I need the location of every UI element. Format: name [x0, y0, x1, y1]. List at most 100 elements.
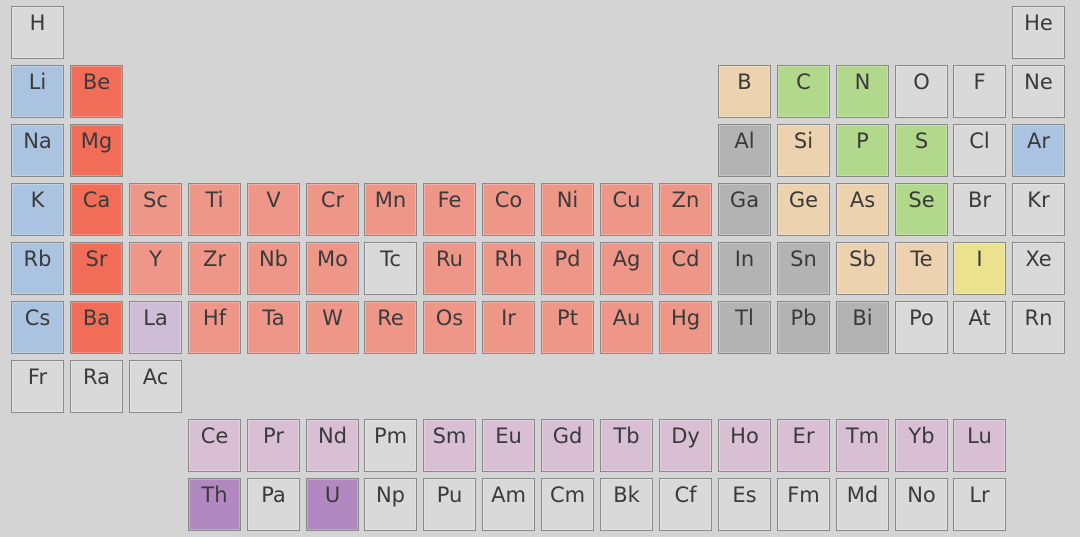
- element-cell-ra: Ra: [70, 360, 123, 413]
- element-cell-fr: Fr: [11, 360, 64, 413]
- element-cell-gd: Gd: [541, 419, 594, 472]
- element-cell-y: Y: [129, 242, 182, 295]
- element-symbol: Be: [82, 70, 111, 94]
- element-cell-ag: Ag: [600, 242, 653, 295]
- element-cell-ni: Ni: [541, 183, 594, 236]
- element-cell-cd: Cd: [659, 242, 712, 295]
- element-symbol: Sc: [143, 188, 168, 212]
- element-symbol: No: [907, 483, 936, 507]
- element-cell-cr: Cr: [306, 183, 359, 236]
- element-symbol: Eu: [495, 424, 522, 448]
- element-symbol: Li: [28, 70, 47, 94]
- element-cell-lr: Lr: [953, 478, 1006, 531]
- element-cell-sb: Sb: [836, 242, 889, 295]
- element-symbol: Th: [201, 483, 228, 507]
- element-symbol: He: [1024, 11, 1053, 35]
- element-cell-si: Si: [777, 124, 830, 177]
- element-symbol: Lu: [967, 424, 992, 448]
- element-symbol: Cl: [969, 129, 990, 153]
- element-symbol: Y: [149, 247, 162, 271]
- element-cell-b: B: [718, 65, 771, 118]
- element-symbol: Pb: [790, 306, 817, 330]
- element-cell-hf: Hf: [188, 301, 241, 354]
- element-symbol: Ho: [730, 424, 759, 448]
- element-cell-ne: Ne: [1012, 65, 1065, 118]
- element-cell-ti: Ti: [188, 183, 241, 236]
- element-symbol: Co: [494, 188, 523, 212]
- element-symbol: N: [854, 70, 871, 94]
- element-cell-la: La: [129, 301, 182, 354]
- element-symbol: Sb: [849, 247, 876, 271]
- element-cell-mo: Mo: [306, 242, 359, 295]
- element-cell-no: No: [895, 478, 948, 531]
- element-cell-pb: Pb: [777, 301, 830, 354]
- element-cell-na: Na: [11, 124, 64, 177]
- element-symbol: Rh: [494, 247, 523, 271]
- element-cell-nd: Nd: [306, 419, 359, 472]
- element-symbol: Pa: [261, 483, 286, 507]
- element-cell-pr: Pr: [247, 419, 300, 472]
- element-cell-bi: Bi: [836, 301, 889, 354]
- element-symbol: Cs: [24, 306, 51, 330]
- element-symbol: Hg: [670, 306, 701, 330]
- element-symbol: Au: [612, 306, 641, 330]
- element-symbol: Br: [967, 188, 992, 212]
- element-symbol: Lr: [969, 483, 990, 507]
- element-cell-sn: Sn: [777, 242, 830, 295]
- element-symbol: Ru: [436, 247, 463, 271]
- element-symbol: I: [976, 247, 983, 271]
- element-symbol: Tb: [613, 424, 640, 448]
- element-symbol: Fe: [437, 188, 462, 212]
- element-cell-md: Md: [836, 478, 889, 531]
- element-symbol: As: [849, 188, 876, 212]
- element-cell-co: Co: [482, 183, 535, 236]
- element-symbol: At: [968, 306, 991, 330]
- element-symbol: Cf: [674, 483, 697, 507]
- element-symbol: Sr: [85, 247, 108, 271]
- element-cell-ar: Ar: [1012, 124, 1065, 177]
- element-cell-ru: Ru: [423, 242, 476, 295]
- element-cell-am: Am: [482, 478, 535, 531]
- element-symbol: Pt: [557, 306, 578, 330]
- element-cell-f: F: [953, 65, 1006, 118]
- element-cell-cf: Cf: [659, 478, 712, 531]
- element-symbol: Er: [792, 424, 815, 448]
- element-symbol: Os: [435, 306, 464, 330]
- element-cell-cu: Cu: [600, 183, 653, 236]
- element-cell-i: I: [953, 242, 1006, 295]
- element-symbol: P: [856, 129, 869, 153]
- element-symbol: Tl: [735, 306, 754, 330]
- element-cell-cs: Cs: [11, 301, 64, 354]
- element-symbol: Am: [491, 483, 526, 507]
- element-cell-mg: Mg: [70, 124, 123, 177]
- element-cell-sc: Sc: [129, 183, 182, 236]
- element-symbol: V: [266, 188, 281, 212]
- element-symbol: Pr: [263, 424, 284, 448]
- element-symbol: F: [973, 70, 986, 94]
- element-symbol: Sm: [432, 424, 467, 448]
- element-cell-br: Br: [953, 183, 1006, 236]
- element-cell-as: As: [836, 183, 889, 236]
- element-cell-zn: Zn: [659, 183, 712, 236]
- element-symbol: Nb: [258, 247, 289, 271]
- element-cell-ge: Ge: [777, 183, 830, 236]
- element-symbol: Np: [375, 483, 406, 507]
- element-symbol: Al: [734, 129, 755, 153]
- element-cell-c: C: [777, 65, 830, 118]
- element-symbol: Pu: [436, 483, 463, 507]
- element-symbol: Mn: [374, 188, 407, 212]
- element-symbol: La: [143, 306, 168, 330]
- element-symbol: B: [737, 70, 752, 94]
- element-cell-cl: Cl: [953, 124, 1006, 177]
- element-cell-fm: Fm: [777, 478, 830, 531]
- element-cell-ac: Ac: [129, 360, 182, 413]
- element-symbol: Se: [908, 188, 935, 212]
- element-cell-kr: Kr: [1012, 183, 1065, 236]
- element-symbol: Ni: [556, 188, 579, 212]
- element-symbol: Es: [732, 483, 757, 507]
- element-symbol: Ag: [612, 247, 641, 271]
- element-cell-te: Te: [895, 242, 948, 295]
- element-symbol: Ce: [200, 424, 229, 448]
- element-cell-cm: Cm: [541, 478, 594, 531]
- element-cell-po: Po: [895, 301, 948, 354]
